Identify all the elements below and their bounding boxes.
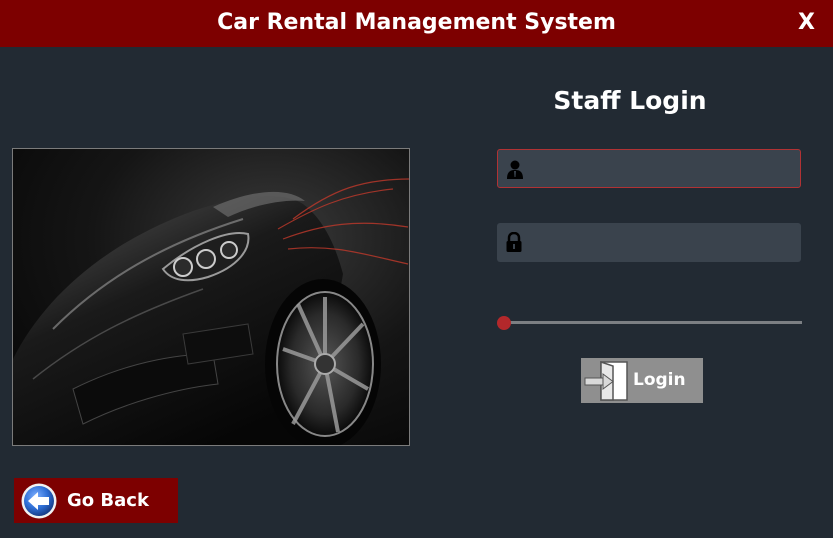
username-input[interactable]	[532, 154, 796, 186]
back-arrow-icon	[21, 483, 57, 519]
slider-thumb[interactable]	[497, 316, 511, 330]
slider-track	[503, 321, 802, 324]
lock-icon	[506, 232, 522, 252]
close-button[interactable]: X	[798, 10, 815, 35]
door-enter-icon	[584, 361, 628, 401]
login-button[interactable]: Login	[581, 358, 703, 403]
title-bar: Car Rental Management System X	[0, 0, 833, 47]
go-back-button[interactable]: Go Back	[14, 478, 178, 523]
window-title: Car Rental Management System	[217, 10, 616, 35]
go-back-label: Go Back	[67, 490, 149, 511]
login-heading: Staff Login	[553, 86, 707, 115]
car-photo	[12, 148, 410, 446]
password-input[interactable]	[531, 227, 795, 259]
password-field[interactable]	[497, 223, 801, 262]
username-field[interactable]	[497, 149, 801, 188]
user-icon	[507, 160, 523, 179]
login-slider[interactable]	[497, 315, 802, 331]
login-button-label: Login	[633, 370, 686, 390]
